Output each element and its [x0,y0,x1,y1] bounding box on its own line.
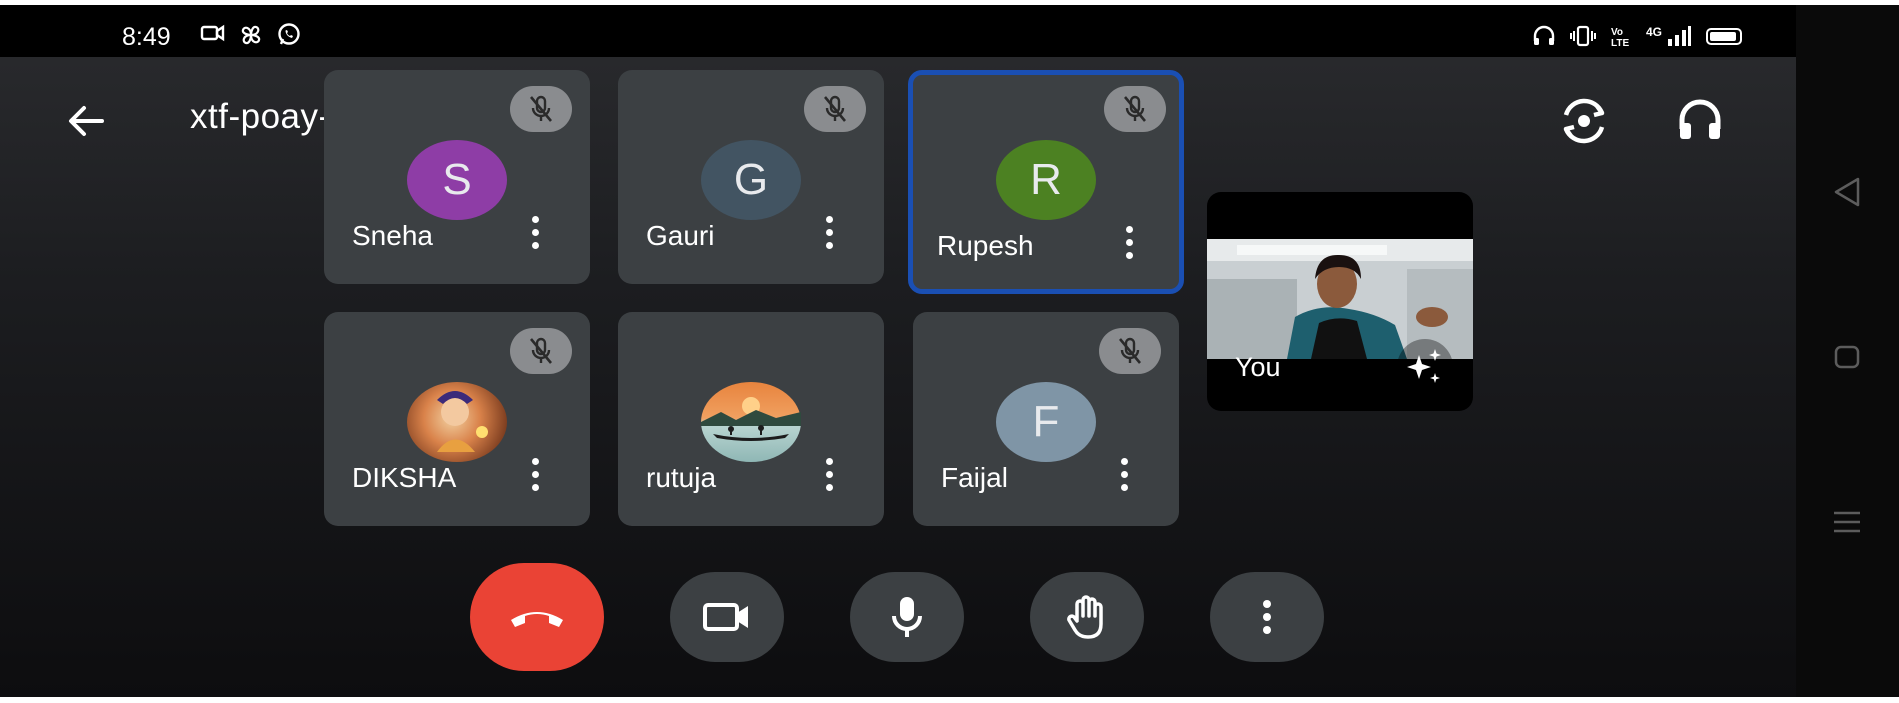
muted-mic-icon [1099,328,1161,374]
headset-icon [1533,25,1555,45]
visual-effects-sparkle-icon[interactable] [1395,337,1455,397]
svg-text:LTE: LTE [1611,38,1629,47]
video-call-icon [200,24,225,42]
video-camera-icon [703,603,748,631]
self-view-tile[interactable]: You [1207,192,1473,411]
status-left-icons [200,22,302,48]
profile-photo-avatar [701,382,801,462]
avatar: G [701,140,801,220]
self-label: You [1235,352,1281,382]
participant-options-icon[interactable] [1126,226,1136,266]
participant-options-icon[interactable] [826,458,836,498]
participant-tile-diksha[interactable]: DIKSHA [324,312,590,526]
muted-mic-icon [510,328,572,374]
more-options-button[interactable] [1210,572,1324,662]
network-type-label: 4G [1646,25,1663,39]
participant-options-icon[interactable] [1121,458,1131,498]
participant-options-icon[interactable] [532,216,542,256]
avatar: S [407,140,507,220]
status-bar: 8:49 Vo LTE 4G [0,5,1796,57]
svg-text:Vo: Vo [1611,27,1623,38]
microphone-icon [892,597,922,637]
profile-photo-avatar [407,382,507,462]
meet-call-screen: 8:49 Vo LTE 4G xtf-poay-cbm S Sneha G Ga… [0,5,1796,697]
end-call-button[interactable] [470,563,604,671]
status-right-icons: Vo LTE 4G [1532,25,1743,47]
participant-name: DIKSHA [352,462,457,493]
pinwheel-icon [241,25,261,45]
participant-tile-rutuja[interactable]: rutuja [618,312,884,526]
muted-mic-icon [804,86,866,132]
muted-mic-icon [510,86,572,132]
back-arrow-icon[interactable] [62,97,110,145]
participant-name: Sneha [352,220,433,251]
participant-tile-faijal[interactable]: F Faijal [913,312,1179,526]
system-navigation-bar [1796,5,1899,697]
whatsapp-icon [278,23,300,45]
camera-button[interactable] [670,572,784,662]
participant-tile-rupesh[interactable]: R Rupesh [908,70,1184,294]
participant-name: rutuja [646,462,717,493]
end-call-icon [511,612,563,627]
audio-output-headphones-icon[interactable] [1672,93,1728,149]
participant-name: Gauri [646,220,715,251]
status-time: 8:49 [122,23,171,51]
nav-back-icon[interactable] [1830,175,1864,209]
muted-mic-icon [1104,86,1166,132]
nav-recents-icon[interactable] [1830,505,1864,539]
participant-tile-gauri[interactable]: G Gauri [618,70,884,284]
more-vert-icon [1263,600,1271,634]
raise-hand-button[interactable] [1030,572,1144,662]
participant-tile-sneha[interactable]: S Sneha [324,70,590,284]
switch-camera-icon[interactable] [1556,93,1612,149]
avatar: R [996,140,1096,220]
vibrate-icon [1570,25,1596,47]
participant-options-icon[interactable] [826,216,836,256]
signal-4g-icon [1668,26,1692,46]
volte-icon: VoLTE [1611,27,1629,47]
battery-icon [1706,27,1743,45]
raise-hand-icon [1067,595,1103,639]
avatar: F [996,382,1096,462]
participant-options-icon[interactable] [532,458,542,498]
nav-home-icon[interactable] [1830,340,1864,374]
participant-name: Rupesh [937,230,1034,261]
microphone-button[interactable] [850,572,964,662]
participant-name: Faijal [941,462,1008,493]
